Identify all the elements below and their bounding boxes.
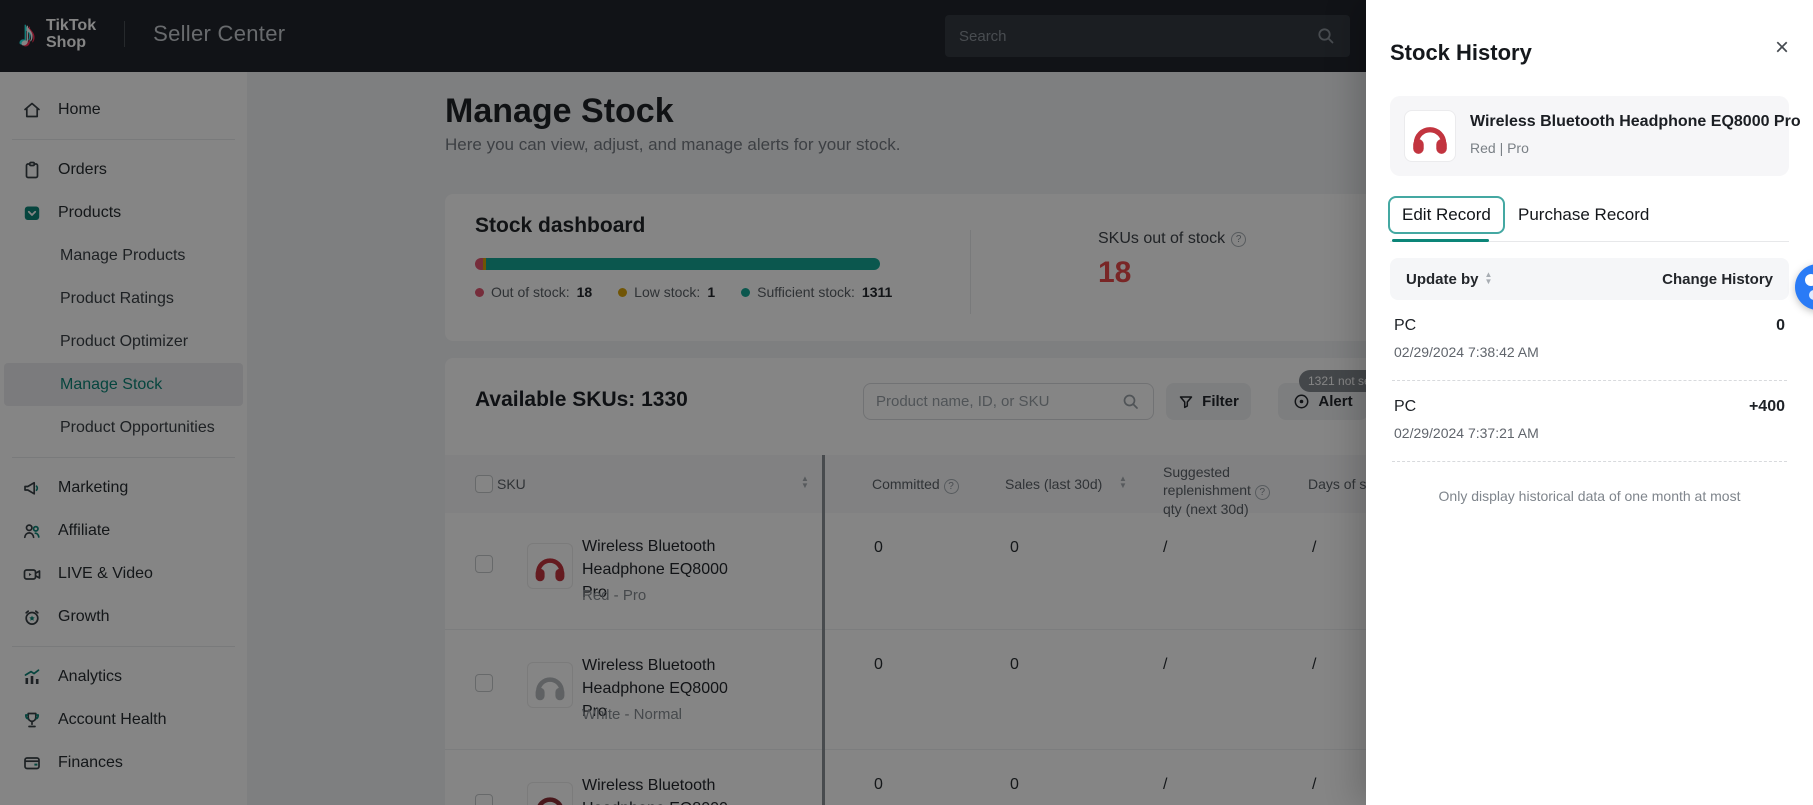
record-timestamp: 02/29/2024 7:37:21 AM [1394,425,1539,441]
chat-bubbles-icon [1805,274,1813,300]
record-timestamp: 02/29/2024 7:38:42 AM [1394,344,1539,360]
sort-icon[interactable]: ▲ ▼ [1485,271,1493,286]
tab-purchase-record[interactable]: Purchase Record [1518,205,1649,225]
record-user: PC [1394,317,1417,334]
record-top-row: PC 0 [1394,317,1785,335]
record-item: PC 0 02/29/2024 7:38:42 AM [1392,300,1787,381]
drawer-title: Stock History [1390,40,1532,65]
close-icon[interactable]: × [1775,36,1789,60]
record-top-row: PC +400 [1394,398,1785,416]
record-delta: +400 [1748,398,1785,415]
record-item: PC +400 02/29/2024 7:37:21 AM [1392,381,1787,462]
drawer-product-variant: Red | Pro [1470,140,1529,156]
stock-history-drawer: Stock History × Wireless Bluetooth Headp… [1366,0,1813,805]
drawer-product-card: Wireless Bluetooth Headphone EQ8000 Pro … [1390,96,1801,176]
update-by-header[interactable]: Update by ▲ ▼ [1406,271,1492,288]
record-list-header: Update by ▲ ▼ Change History [1390,258,1789,300]
record-delta: 0 [1776,317,1785,334]
drawer-product-name: Wireless Bluetooth Headphone EQ8000 Pro [1470,113,1801,130]
product-image [1404,110,1456,162]
red-headphones-image [1413,127,1447,154]
history-footer-note: Only display historical data of one mont… [1438,488,1741,504]
tab-edit-record[interactable]: Edit Record [1388,196,1505,234]
chat-assistant-button[interactable] [1795,264,1813,310]
active-tab-indicator [1392,239,1489,242]
record-user: PC [1394,398,1417,415]
record-list: PC 0 02/29/2024 7:38:42 AM PC +400 02/29… [1392,300,1787,504]
change-history-header[interactable]: Change History [1662,271,1773,288]
